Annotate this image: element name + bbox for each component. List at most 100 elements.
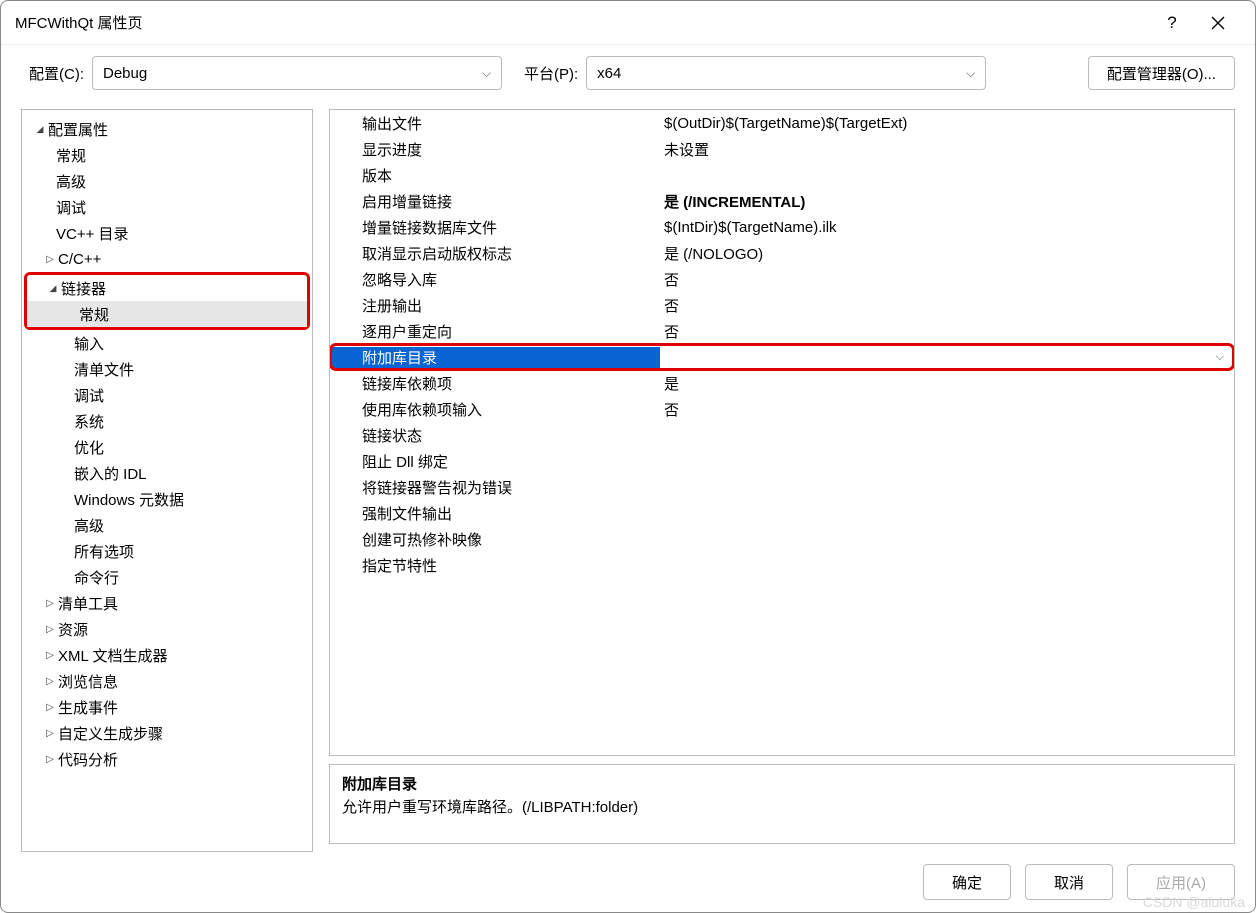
property-page-window: MFCWithQt 属性页 ? 配置(C): Debug ⌵ 平台(P): x6… [0, 0, 1256, 913]
close-icon [1211, 16, 1225, 30]
property-row[interactable]: 显示进度未设置 [330, 136, 1234, 162]
help-button[interactable]: ? [1149, 3, 1195, 43]
tree-panel[interactable]: 配置属性 常规 高级 调试 VC++ 目录 C/C++ 链接器 常规 输入 清单… [21, 109, 313, 852]
config-manager-button[interactable]: 配置管理器(O)... [1088, 56, 1235, 90]
property-row[interactable]: 链接状态 [330, 422, 1234, 448]
tree-vcpp-dirs[interactable]: VC++ 目录 [22, 220, 312, 246]
property-value: 是 (/NOLOGO) [660, 243, 1234, 264]
window-title: MFCWithQt 属性页 [15, 12, 1149, 33]
property-value[interactable]: ⌵ [660, 351, 1234, 364]
property-name: 链接库依赖项 [330, 373, 660, 394]
property-value: 否 [660, 321, 1234, 342]
description-title: 附加库目录 [342, 773, 1222, 794]
tree-linker-input[interactable]: 输入 [22, 330, 312, 356]
tree-linker-embedded-idl[interactable]: 嵌入的 IDL [22, 460, 312, 486]
property-row[interactable]: 使用库依赖项输入否 [330, 396, 1234, 422]
platform-value: x64 [597, 65, 621, 82]
property-row[interactable]: 阻止 Dll 绑定 [330, 448, 1234, 474]
titlebar: MFCWithQt 属性页 ? [1, 1, 1255, 45]
property-name: 启用增量链接 [330, 191, 660, 212]
tree-browse-info[interactable]: 浏览信息 [22, 668, 312, 694]
tree-linker-highlight: 链接器 常规 [24, 272, 310, 330]
watermark: CSDN @aluluka [1143, 894, 1245, 910]
property-name: 逐用户重定向 [330, 321, 660, 342]
tree-linker-debugging[interactable]: 调试 [22, 382, 312, 408]
config-label: 配置(C): [29, 63, 84, 84]
property-name: 强制文件输出 [330, 503, 660, 524]
tree-xml-doc[interactable]: XML 文档生成器 [22, 642, 312, 668]
property-name: 指定节特性 [330, 555, 660, 576]
tree-linker-command-line[interactable]: 命令行 [22, 564, 312, 590]
tree-advanced[interactable]: 高级 [22, 168, 312, 194]
property-value: $(IntDir)$(TargetName).ilk [660, 219, 1234, 236]
property-value: 否 [660, 269, 1234, 290]
property-name: 取消显示启动版权标志 [330, 243, 660, 264]
tree-code-analysis[interactable]: 代码分析 [22, 746, 312, 772]
property-name: 使用库依赖项输入 [330, 399, 660, 420]
property-row[interactable]: 启用增量链接是 (/INCREMENTAL) [330, 188, 1234, 214]
property-name: 将链接器警告视为错误 [330, 477, 660, 498]
description-panel: 附加库目录 允许用户重写环境库路径。(/LIBPATH:folder) [329, 764, 1235, 844]
platform-label: 平台(P): [524, 63, 578, 84]
property-name: 版本 [330, 165, 660, 186]
right-panel: 输出文件$(OutDir)$(TargetName)$(TargetExt)显示… [329, 109, 1235, 852]
property-name: 忽略导入库 [330, 269, 660, 290]
property-name: 附加库目录 [330, 347, 660, 368]
tree-general[interactable]: 常规 [22, 142, 312, 168]
tree-linker-optimization[interactable]: 优化 [22, 434, 312, 460]
tree-linker-manifest[interactable]: 清单文件 [22, 356, 312, 382]
tree-resources[interactable]: 资源 [22, 616, 312, 642]
property-name: 链接状态 [330, 425, 660, 446]
close-button[interactable] [1195, 3, 1241, 43]
toolbar: 配置(C): Debug ⌵ 平台(P): x64 ⌵ 配置管理器(O)... [1, 45, 1255, 101]
property-row[interactable]: 指定节特性 [330, 552, 1234, 578]
tree-linker-advanced[interactable]: 高级 [22, 512, 312, 538]
property-grid[interactable]: 输出文件$(OutDir)$(TargetName)$(TargetExt)显示… [329, 109, 1235, 756]
tree-debugging[interactable]: 调试 [22, 194, 312, 220]
property-row[interactable]: 取消显示启动版权标志是 (/NOLOGO) [330, 240, 1234, 266]
property-value: $(OutDir)$(TargetName)$(TargetExt) [660, 115, 1234, 132]
chevron-down-icon: ⌵ [966, 66, 975, 81]
chevron-down-icon[interactable]: ⌵ [1216, 351, 1224, 364]
property-row[interactable]: 创建可热修补映像 [330, 526, 1234, 552]
property-name: 显示进度 [330, 139, 660, 160]
property-value: 是 (/INCREMENTAL) [660, 191, 1234, 212]
main-area: 配置属性 常规 高级 调试 VC++ 目录 C/C++ 链接器 常规 输入 清单… [1, 101, 1255, 852]
tree-linker-win-meta[interactable]: Windows 元数据 [22, 486, 312, 512]
tree-linker[interactable]: 链接器 [27, 275, 307, 301]
tree-manifest-tool[interactable]: 清单工具 [22, 590, 312, 616]
property-row[interactable]: 将链接器警告视为错误 [330, 474, 1234, 500]
platform-dropdown[interactable]: x64 ⌵ [586, 56, 986, 90]
tree-linker-all-options[interactable]: 所有选项 [22, 538, 312, 564]
property-name: 创建可热修补映像 [330, 529, 660, 550]
property-row[interactable]: 输出文件$(OutDir)$(TargetName)$(TargetExt) [330, 110, 1234, 136]
property-row[interactable]: 版本 [330, 162, 1234, 188]
tree-custom-build[interactable]: 自定义生成步骤 [22, 720, 312, 746]
cancel-button[interactable]: 取消 [1025, 864, 1113, 900]
tree-root[interactable]: 配置属性 [22, 116, 312, 142]
property-value: 否 [660, 295, 1234, 316]
property-row[interactable]: 忽略导入库否 [330, 266, 1234, 292]
tree-ccpp[interactable]: C/C++ [22, 246, 312, 272]
chevron-down-icon: ⌵ [482, 66, 491, 81]
config-value: Debug [103, 65, 147, 82]
description-body: 允许用户重写环境库路径。(/LIBPATH:folder) [342, 796, 1222, 817]
property-row[interactable]: 注册输出否 [330, 292, 1234, 318]
tree-linker-system[interactable]: 系统 [22, 408, 312, 434]
property-row[interactable]: 附加库目录 ⌵ [330, 344, 1234, 370]
property-value: 是 [660, 373, 1234, 394]
property-name: 增量链接数据库文件 [330, 217, 660, 238]
property-row[interactable]: 链接库依赖项是 [330, 370, 1234, 396]
property-name: 输出文件 [330, 113, 660, 134]
footer: 确定 取消 应用(A) [1, 852, 1255, 912]
tree-linker-general[interactable]: 常规 [27, 301, 307, 327]
ok-button[interactable]: 确定 [923, 864, 1011, 900]
config-dropdown[interactable]: Debug ⌵ [92, 56, 502, 90]
property-row[interactable]: 逐用户重定向否 [330, 318, 1234, 344]
tree-build-events[interactable]: 生成事件 [22, 694, 312, 720]
property-row[interactable]: 增量链接数据库文件$(IntDir)$(TargetName).ilk [330, 214, 1234, 240]
property-value: 否 [660, 399, 1234, 420]
property-name: 注册输出 [330, 295, 660, 316]
property-row[interactable]: 强制文件输出 [330, 500, 1234, 526]
property-value: 未设置 [660, 139, 1234, 160]
